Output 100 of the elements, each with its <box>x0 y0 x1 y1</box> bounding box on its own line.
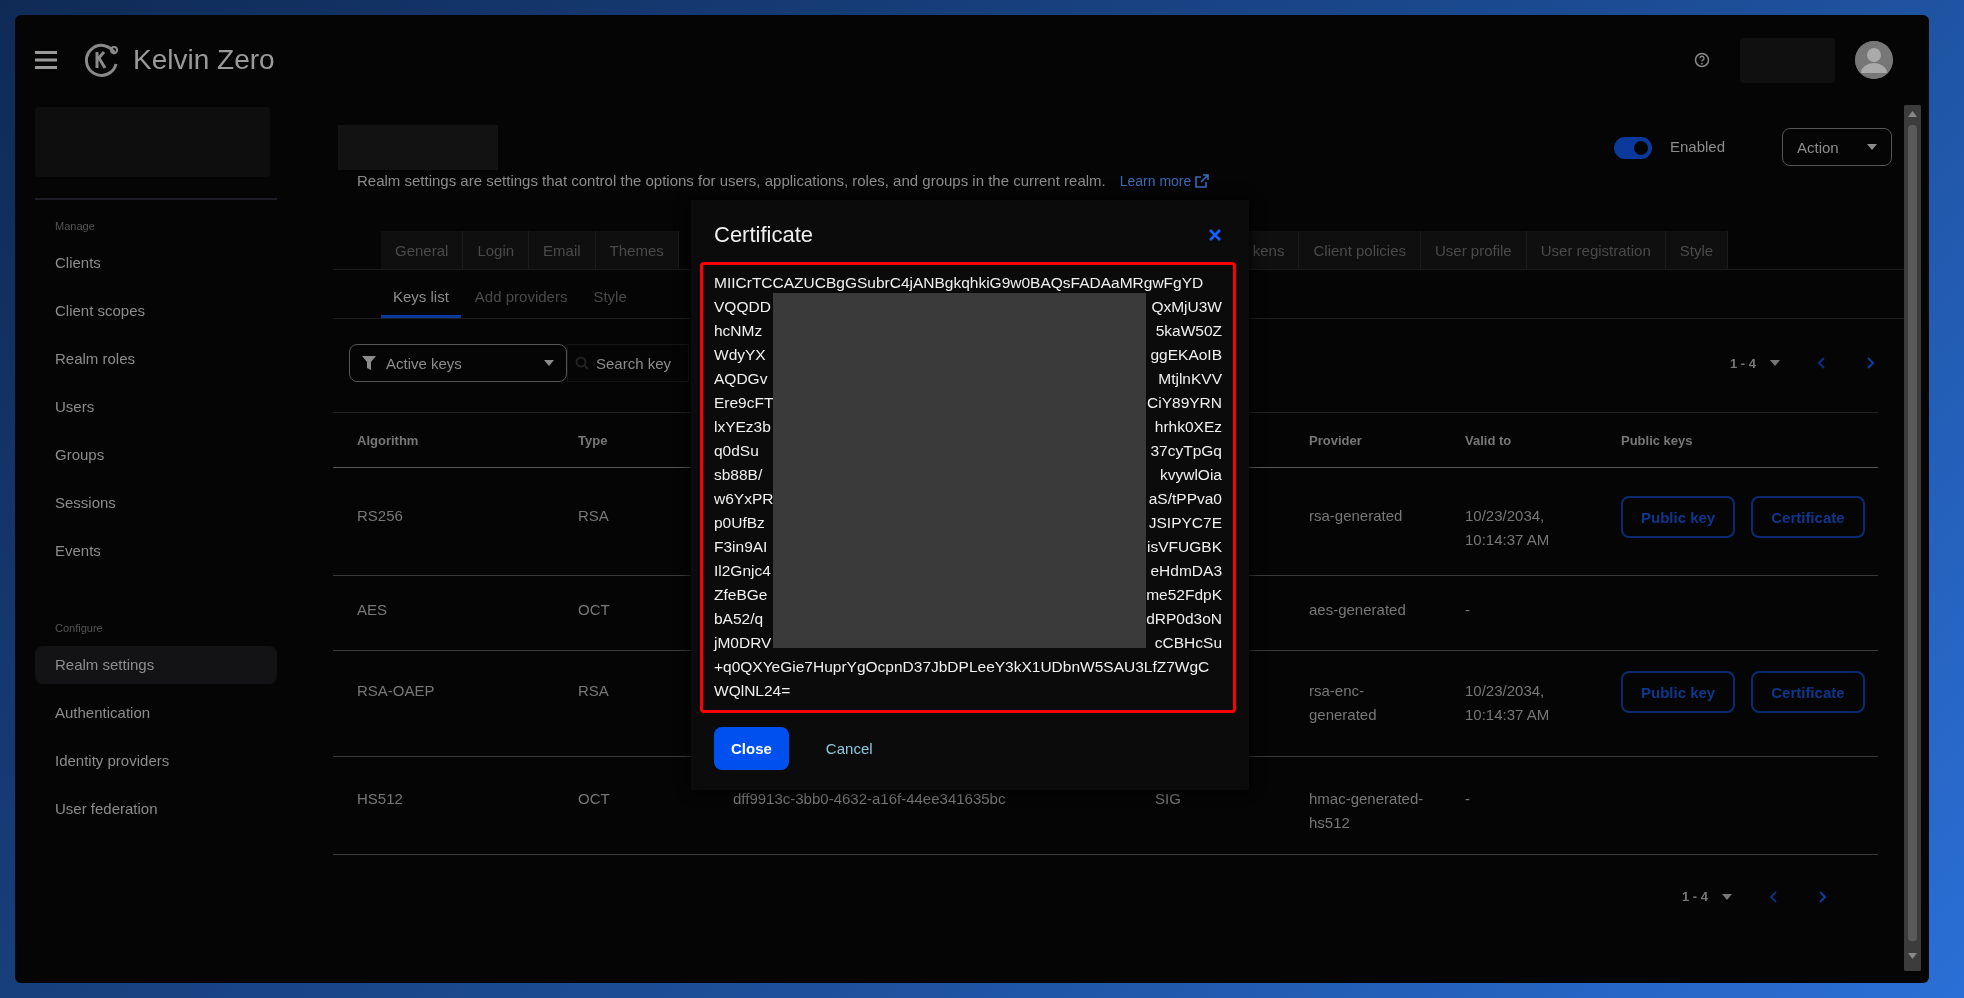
learn-more-link[interactable]: Learn more <box>1119 172 1210 189</box>
avatar-icon[interactable] <box>1855 41 1893 79</box>
table-cell-text: - <box>1465 600 1471 620</box>
section-heading: Configure <box>54 621 104 636</box>
certificate-line-start: Il2Gnjc4 <box>714 561 771 581</box>
certificate-line-start: q0dSu <box>714 441 759 461</box>
certificate-line-end: ggEKAoIB <box>1150 345 1222 365</box>
certificate-line-end: dRP0d3oN <box>1146 609 1222 629</box>
certificate-line-end: MtjlnKVV <box>1158 369 1222 389</box>
filter-dropdown[interactable]: Active keys <box>349 344 567 382</box>
table-cell-text: - <box>1465 789 1471 809</box>
table-cell-text: dff9913c-3bb0-4632-a16f-44ee341635bc <box>733 789 1007 809</box>
caret-icon[interactable] <box>1770 360 1780 366</box>
certificate-line-end: 37cyTpGq <box>1150 441 1222 461</box>
column-header: Public keys <box>1621 432 1694 448</box>
dialog-title: Certificate <box>714 222 814 248</box>
sub-tab[interactable]: Add providers <box>462 288 580 318</box>
sidebar-item[interactable]: User federation <box>35 790 277 828</box>
certificate-line-start: AQDGv <box>714 369 768 389</box>
cancel-button[interactable]: Cancel <box>808 727 890 770</box>
certificate-line-end: kvywlOia <box>1160 465 1222 485</box>
sub-tab[interactable]: Keys list <box>381 288 461 318</box>
certificate-line-start: ZfeBGe <box>714 585 768 605</box>
table-cell-text: 10/23/2034, 10:14:37 AM <box>1465 681 1551 725</box>
table-cell-text: RSA <box>578 506 610 526</box>
table-cell-text: AES <box>357 600 388 620</box>
filter-icon <box>362 356 376 370</box>
brand-name: Kelvin Zero <box>133 44 275 76</box>
column-header: Valid to <box>1465 432 1513 448</box>
close-icon <box>1208 228 1222 242</box>
certificate-line: MIICrTCCAZUCBgGSubrC4jANBgkqhkiG9w0BAQsFADAaMRgwFgYD <box>714 273 1204 293</box>
next-page-icon[interactable] <box>1864 356 1876 370</box>
certificate-line-end: eHdmDA3 <box>1150 561 1222 581</box>
column-header: Provider <box>1309 432 1363 448</box>
certificate-line-start: WdyYX <box>714 345 766 365</box>
table-cell-text: OCT <box>578 600 611 620</box>
sidebar-item[interactable]: Realm roles <box>35 340 277 378</box>
certificate-line-start: sb88B/ <box>714 465 763 485</box>
certificate-line-start: w6YxPR <box>714 489 774 509</box>
next-page-icon[interactable] <box>1816 889 1828 904</box>
menu-icon[interactable] <box>35 51 57 69</box>
section-heading: Manage <box>54 219 96 234</box>
table-cell-text: hmac-generated-hs512 <box>1309 789 1425 833</box>
close-button[interactable]: Close <box>714 727 789 770</box>
certificate-line-end: QxMjU3W <box>1151 297 1222 317</box>
sidebar-item[interactable]: Client scopes <box>35 292 277 330</box>
table-cell-text: RS256 <box>357 506 404 526</box>
table-cell-text: SIG <box>1155 789 1182 809</box>
page-description: Realm settings are settings that control the options for users, applications, roles, and groups in the current realm. <box>357 172 1106 189</box>
sidebar-item[interactable]: Events <box>35 532 277 570</box>
sidebar-item[interactable]: Realm settings <box>35 646 277 684</box>
certificate-line-end: isVFUGBK <box>1147 537 1222 557</box>
sidebar-item[interactable]: Authentication <box>35 694 277 732</box>
caret-icon[interactable] <box>1722 893 1732 900</box>
certificate-line-end: me52FdpK <box>1146 585 1222 605</box>
external-link-icon <box>1195 173 1210 188</box>
certificate-line-start: lxYEz3b <box>714 417 771 437</box>
certificate-line: +q0QXYeGie7HuprYgOcpnD37JbDPLeeY3kX1UDbnW5SAU3LfZ7WgC <box>714 657 1210 677</box>
pagination-range[interactable]: 1 - 4 <box>1730 355 1756 371</box>
caret-icon <box>1867 144 1877 150</box>
certificate-line-start: F3in9AI <box>714 537 768 557</box>
search-field[interactable]: Search key <box>567 344 689 382</box>
table-cell-text: RSA <box>578 681 610 701</box>
pagination-range[interactable]: 1 - 4 <box>1682 889 1708 904</box>
table-cell-text: OCT <box>578 789 611 809</box>
table-cell-text: rsa-enc-generated <box>1309 681 1378 725</box>
table-cell-text: aes-generated <box>1309 600 1407 620</box>
table-cell-text: RSA-OAEP <box>357 681 436 701</box>
sidebar-item[interactable]: Users <box>35 388 277 426</box>
sidebar-item[interactable]: Clients <box>35 244 277 282</box>
search-icon <box>575 356 589 370</box>
certificate-line-start: hcNMz <box>714 321 763 341</box>
certificate-line-end: cCBHcSu <box>1154 633 1222 653</box>
toggle-label: Enabled <box>1669 138 1725 155</box>
sub-tab[interactable]: Style <box>581 288 639 318</box>
caret-icon <box>544 360 554 366</box>
table-cell-text: rsa-generated <box>1309 506 1404 526</box>
certificate-line-start: jM0DRV <box>714 633 772 653</box>
certificate-line-end: 5kaW50Z <box>1155 321 1222 341</box>
column-header: Algorithm <box>357 432 420 448</box>
column-header: Type <box>578 432 609 448</box>
sidebar-item[interactable]: Identity providers <box>35 742 277 780</box>
enabled-toggle[interactable] <box>1613 137 1652 159</box>
certificate-line-end: hrhk0XEz <box>1154 417 1222 437</box>
certificate-line-start: VQQDD <box>714 297 771 317</box>
certificate-line-end: aS/tPPva0 <box>1148 489 1222 509</box>
certificate-line: WQlNL24= <box>714 681 791 701</box>
certificate-line-start: Ere9cFT <box>714 393 774 413</box>
action-dropdown[interactable]: Action <box>1782 128 1892 166</box>
certificate-line-end: CiY89YRN <box>1147 393 1222 413</box>
sidebar-item[interactable]: Groups <box>35 436 277 474</box>
table-cell-text: HS512 <box>357 789 404 809</box>
logo-icon <box>85 42 121 78</box>
certificate-line-end: JSIPYC7E <box>1148 513 1222 533</box>
certificate-line-start: bA52/q <box>714 609 764 629</box>
certificate-line-start: p0UfBz <box>714 513 765 533</box>
table-cell-text: 10/23/2034, 10:14:37 AM <box>1465 506 1551 550</box>
help-icon[interactable] <box>1694 52 1710 68</box>
close-button[interactable] <box>1208 228 1222 242</box>
sidebar-item[interactable]: Sessions <box>35 484 277 522</box>
